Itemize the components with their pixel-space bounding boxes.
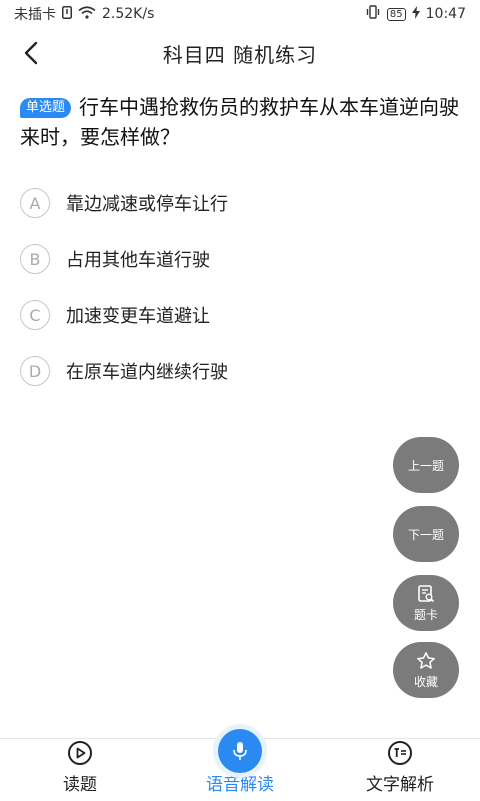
header-bar: 科目四 随机练习 [0,28,480,78]
option-text: 靠边减速或停车让行 [66,194,228,215]
option-letter: A [20,188,50,218]
charging-icon [411,5,420,23]
nav-read-question[interactable]: 读题 [0,739,160,801]
status-bar: 未插卡 2.52K/s 85 10:47 [0,0,480,28]
page-title: 科目四 随机练习 [162,42,318,67]
option-b[interactable]: B 占用其他车道行驶 [20,231,460,287]
bottom-nav: 读题 语音解读 文字解析 [0,729,480,801]
favorite-label: 收藏 [413,674,438,689]
option-letter: B [20,244,50,274]
vibrate-icon [365,5,381,23]
network-speed: 2.52K/s [102,6,155,22]
clock-time: 10:47 [425,6,466,22]
status-right: 85 10:47 [365,5,466,23]
text-analysis-icon [388,741,412,765]
option-a[interactable]: A 靠边减速或停车让行 [20,175,460,231]
option-d[interactable]: D 在原车道内继续行驶 [20,343,460,399]
next-question-button[interactable]: 下一题 [393,506,459,562]
nav-read-label: 读题 [63,775,97,795]
battery-icon: 85 [386,7,406,21]
option-letter: C [20,300,50,330]
play-circle-icon [68,741,92,765]
nav-text-analysis[interactable]: 文字解析 [320,739,480,801]
mic-icon [233,742,247,760]
back-button[interactable] [14,36,48,70]
option-c[interactable]: C 加速变更车道避让 [20,287,460,343]
nav-voice-label: 语音解读 [206,775,274,795]
next-question-label: 下一题 [407,527,444,542]
status-left: 未插卡 2.52K/s [14,4,154,24]
option-text: 在原车道内继续行驶 [66,362,228,383]
back-arrow-icon [24,41,38,65]
options-list: A 靠边减速或停车让行 B 占用其他车道行驶 C 加速变更车道避让 D 在原车道… [20,175,460,399]
question-text: 行车中遇抢救伤员的救护车从本车道逆向驶来时，要怎样做？ [20,95,460,149]
question-card-label: 题卡 [413,607,438,622]
question-card-button[interactable]: 题卡 [393,575,459,631]
star-icon [417,651,435,669]
mic-button[interactable] [218,729,262,773]
carrier-text: 未插卡 [14,7,56,23]
wifi-icon [78,5,96,23]
option-text: 占用其他车道行驶 [66,250,210,271]
nav-text-analysis-label: 文字解析 [366,775,434,795]
option-text: 加速变更车道避让 [66,306,210,327]
favorite-button[interactable]: 收藏 [393,642,459,698]
question-type-badge: 单选题 [20,98,72,118]
option-letter: D [20,356,50,386]
battery-level: 85 [389,8,403,20]
prev-question-label: 上一题 [407,458,444,473]
nav-voice-explain[interactable]: 语音解读 [160,729,320,801]
question-card-icon [418,584,435,602]
question-block: 单选题 行车中遇抢救伤员的救护车从本车道逆向驶来时，要怎样做？ [20,92,460,152]
sim-icon [62,5,72,23]
prev-question-button[interactable]: 上一题 [393,437,459,493]
